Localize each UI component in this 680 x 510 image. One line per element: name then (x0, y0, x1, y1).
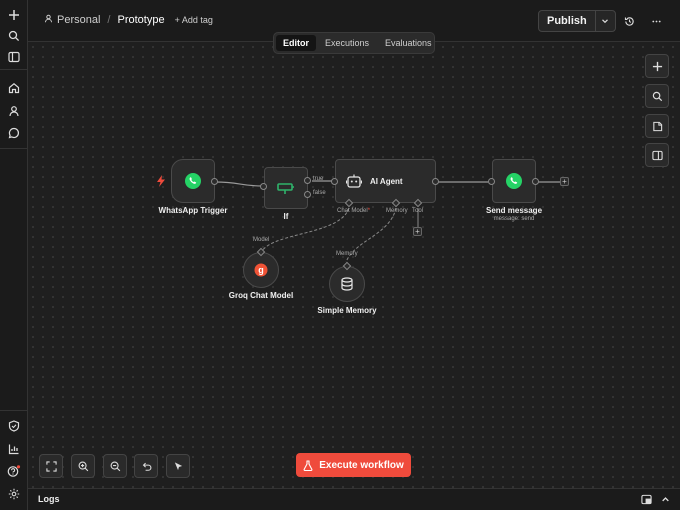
plus-icon (652, 61, 662, 71)
trigger-bolt-icon (156, 175, 166, 190)
input-port[interactable] (260, 183, 267, 190)
flask-icon (303, 459, 313, 471)
svg-text:g: g (258, 265, 264, 275)
input-port[interactable] (488, 178, 495, 185)
connection-label: Model (253, 237, 270, 243)
add-sticky-note-button[interactable] (645, 114, 669, 138)
whatsapp-trigger-node[interactable] (171, 159, 215, 203)
search-nodes-button[interactable] (645, 84, 669, 108)
zoom-to-fit-button[interactable] (39, 454, 63, 478)
select-tool-button[interactable] (166, 454, 190, 478)
output-port-false[interactable] (304, 191, 311, 198)
if-branch-icon (277, 183, 294, 194)
connection-label: Memory (336, 251, 358, 257)
node-label: WhatsApp Trigger (158, 206, 228, 215)
add-node-button[interactable] (645, 54, 669, 78)
zoom-in-icon (78, 461, 88, 471)
toggle-panel-button[interactable] (645, 143, 669, 167)
panel-icon (651, 150, 663, 160)
groq-chat-model-node[interactable]: g (243, 252, 279, 288)
tab-executions[interactable]: Executions (318, 35, 376, 51)
if-node[interactable] (264, 167, 308, 209)
database-icon (341, 277, 353, 291)
tool-label: Tool (412, 208, 424, 214)
send-message-node[interactable] (492, 159, 536, 203)
sticky-note-icon (652, 121, 662, 131)
zoom-fit-icon (45, 460, 57, 472)
zoom-out-icon (110, 461, 120, 471)
logs-bar[interactable]: Logs (28, 488, 680, 510)
chat-model-label: Chat Model* (337, 208, 371, 214)
node-label: AI Agent (370, 176, 403, 186)
search-icon (652, 91, 662, 101)
required-mark: * (367, 208, 371, 214)
node-label: Groq Chat Model (228, 291, 294, 300)
input-port[interactable] (331, 178, 338, 185)
robot-icon (346, 174, 362, 188)
output-port[interactable] (432, 178, 439, 185)
zoom-in-button[interactable] (71, 454, 95, 478)
output-port[interactable] (211, 178, 218, 185)
execute-workflow-button[interactable]: Execute workflow (296, 453, 411, 477)
ai-agent-node[interactable]: AI Agent (335, 159, 436, 203)
node-label: Simple Memory (317, 306, 377, 315)
undo-button[interactable] (134, 454, 158, 478)
output-port[interactable] (532, 178, 539, 185)
undo-icon (142, 462, 151, 471)
simple-memory-node[interactable] (329, 266, 365, 302)
cursor-icon (174, 461, 182, 470)
tab-evaluations[interactable]: Evaluations (378, 35, 439, 51)
view-tabs: Editor Executions Evaluations (273, 32, 435, 54)
node-label: Send message (485, 206, 543, 215)
memory-label: Memory (386, 208, 408, 214)
whatsapp-icon (185, 173, 201, 189)
false-branch-label: false (313, 190, 326, 196)
logs-panel-icon[interactable] (641, 494, 652, 508)
execute-label: Execute workflow (319, 459, 404, 471)
chevron-up-icon[interactable] (661, 495, 670, 507)
whatsapp-icon (506, 173, 522, 189)
node-subtitle: message: send (493, 216, 535, 222)
tab-editor[interactable]: Editor (276, 35, 316, 51)
node-label: If (283, 212, 289, 221)
true-branch-label: true (313, 176, 324, 182)
add-node-button[interactable]: + (560, 177, 569, 186)
zoom-out-button[interactable] (103, 454, 127, 478)
add-tool-button[interactable]: + (413, 227, 422, 236)
output-port-true[interactable] (304, 177, 311, 184)
logs-label: Logs (38, 494, 60, 504)
groq-icon: g (254, 263, 268, 277)
